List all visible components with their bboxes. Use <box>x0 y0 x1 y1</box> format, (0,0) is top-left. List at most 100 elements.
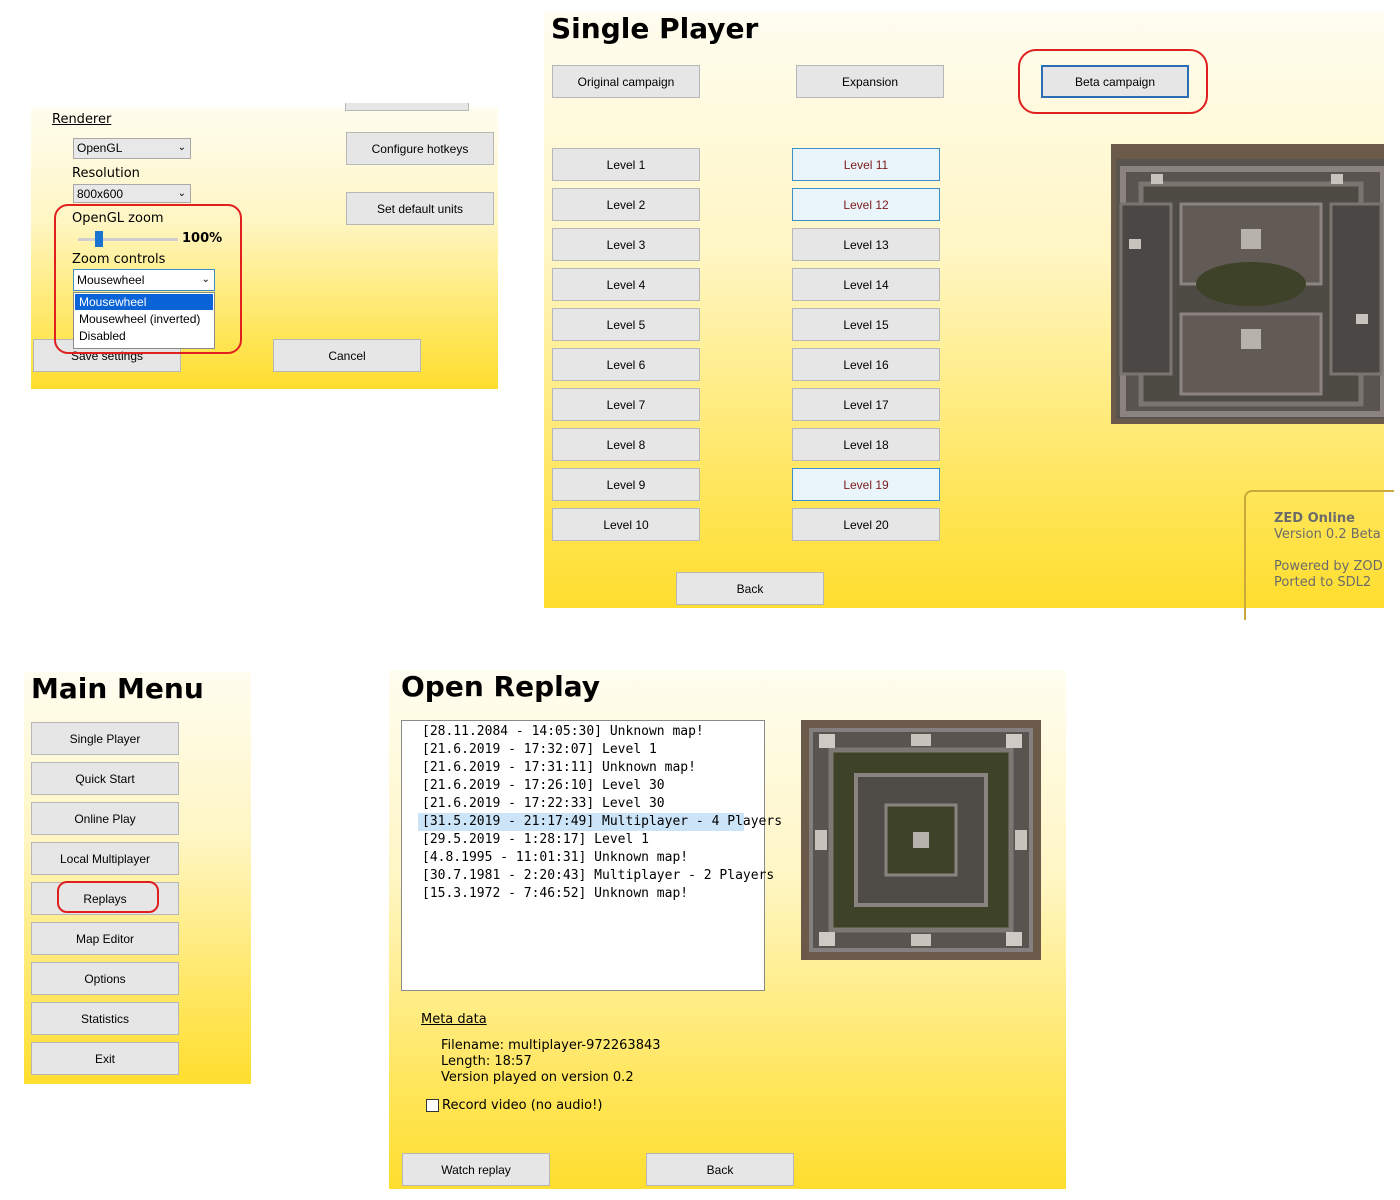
level-button-label: Level 9 <box>606 477 646 492</box>
level-button-label: Level 15 <box>843 317 889 332</box>
main-menu-item[interactable]: Options <box>31 962 179 995</box>
meta-filename: Filename: multiplayer-972263843 <box>441 1038 661 1053</box>
level-button-label: Level 19 <box>843 477 889 492</box>
level-button[interactable]: Level 3 <box>552 228 700 261</box>
level-button[interactable]: Level 9 <box>552 468 700 501</box>
record-video-checkbox[interactable] <box>426 1099 439 1112</box>
level-button-label: Level 16 <box>843 357 889 372</box>
level-button-label: Level 6 <box>606 357 646 372</box>
level-button-label: Level 12 <box>843 197 889 212</box>
level-button-label: Level 3 <box>606 237 646 252</box>
options-panel: Renderer OpenGL ⌄ Resolution 800x600 ⌄ O… <box>31 103 498 389</box>
main-menu-item-label: Statistics <box>80 1011 129 1026</box>
page-title: Main Menu <box>31 672 204 705</box>
level-button[interactable]: Level 7 <box>552 388 700 421</box>
main-menu-item[interactable]: Single Player <box>31 722 179 755</box>
chevron-down-icon: ⌄ <box>177 142 186 153</box>
level-button-label: Level 2 <box>606 197 646 212</box>
single-player-panel: Single Player Original campaign Expansio… <box>544 12 1394 620</box>
level-button[interactable]: Level 14 <box>792 268 940 301</box>
page-title: Open Replay <box>401 670 600 703</box>
main-menu-item[interactable]: Map Editor <box>31 922 179 955</box>
main-menu-item-label: Exit <box>94 1051 115 1066</box>
page-title: Single Player <box>551 12 759 45</box>
replay-list-item[interactable]: [30.7.1981 - 2:20:43] Multiplayer - 2 Pl… <box>402 867 774 885</box>
back-label: Back <box>736 581 764 596</box>
level-button-label: Level 18 <box>843 437 889 452</box>
replay-list-item[interactable]: [21.6.2019 - 17:22:33] Level 30 <box>402 795 764 813</box>
level-button-label: Level 8 <box>606 437 646 452</box>
info-box <box>1244 490 1394 620</box>
level-button[interactable]: Level 10 <box>552 508 700 541</box>
back-button[interactable]: Back <box>676 572 824 605</box>
replay-items: [28.11.2084 - 14:05:30] Unknown map! [21.… <box>402 723 782 903</box>
info-app-name: ZED Online <box>1274 511 1355 526</box>
map-preview-image <box>801 720 1041 960</box>
level-button[interactable]: Level 18 <box>792 428 940 461</box>
main-menu-item[interactable]: Online Play <box>31 802 179 835</box>
resolution-select[interactable]: 800x600 ⌄ <box>73 184 191 203</box>
renderer-select[interactable]: OpenGL ⌄ <box>73 138 191 159</box>
main-menu-item[interactable]: Statistics <box>31 1002 179 1035</box>
replay-list-item[interactable]: [21.6.2019 - 17:32:07] Level 1 <box>402 741 764 759</box>
replay-list-item[interactable]: [4.8.1995 - 11:01:31] Unknown map! <box>402 849 764 867</box>
level-button-label: Level 13 <box>843 237 889 252</box>
replay-list-item[interactable]: [28.11.2084 - 14:05:30] Unknown map! <box>402 723 764 741</box>
level-button[interactable]: Level 20 <box>792 508 940 541</box>
set-default-units-label: Set default units <box>376 201 464 216</box>
meta-version: Version played on version 0.2 <box>441 1070 634 1085</box>
replay-list-item[interactable]: [15.3.1972 - 7:46:52] Unknown map! <box>402 885 764 903</box>
level-button[interactable]: Level 5 <box>552 308 700 341</box>
level-button[interactable]: Level 19 <box>792 468 940 501</box>
watch-replay-button[interactable]: Watch replay <box>402 1153 550 1186</box>
meta-length: Length: 18:57 <box>441 1054 532 1069</box>
replay-list-item[interactable]: [21.6.2019 - 17:31:11] Unknown map! <box>402 759 764 777</box>
level-button[interactable]: Level 13 <box>792 228 940 261</box>
level-button-label: Level 5 <box>606 317 646 332</box>
main-menu-item[interactable]: Exit <box>31 1042 179 1075</box>
replay-list-item[interactable]: [31.5.2019 - 21:17:49] Multiplayer - 4 P… <box>418 813 782 831</box>
tab-label: Original campaign <box>577 74 675 89</box>
main-menu-item-label: Quick Start <box>75 771 135 786</box>
replay-list-item[interactable]: [29.5.2019 - 1:28:17] Level 1 <box>402 831 764 849</box>
map-preview <box>1111 144 1384 424</box>
configure-hotkeys-button[interactable]: Configure hotkeys <box>346 132 494 165</box>
main-menu-item-label: Options <box>84 971 126 986</box>
back-button[interactable]: Back <box>646 1153 794 1186</box>
level-button[interactable]: Level 6 <box>552 348 700 381</box>
level-button-label: Level 4 <box>606 277 646 292</box>
level-button[interactable]: Level 8 <box>552 428 700 461</box>
main-menu-item[interactable]: Local Multiplayer <box>31 842 179 875</box>
tab-original-campaign[interactable]: Original campaign <box>552 65 700 98</box>
level-button[interactable]: Level 15 <box>792 308 940 341</box>
level-button[interactable]: Level 4 <box>552 268 700 301</box>
level-button[interactable]: Level 1 <box>552 148 700 181</box>
info-powered: Powered by ZOD <box>1274 559 1383 574</box>
level-button-label: Level 7 <box>606 397 646 412</box>
replay-list-item[interactable]: [21.6.2019 - 17:26:10] Level 30 <box>402 777 764 795</box>
level-button-label: Level 11 <box>843 157 889 172</box>
level-button[interactable]: Level 2 <box>552 188 700 221</box>
level-button[interactable]: Level 12 <box>792 188 940 221</box>
resolution-label: Resolution <box>72 166 140 181</box>
highlight-ring <box>54 204 242 354</box>
set-default-units-button[interactable]: Set default units <box>346 192 494 225</box>
cancel-label: Cancel <box>328 348 366 363</box>
cancel-button[interactable]: Cancel <box>273 339 421 372</box>
hidden-top-button[interactable] <box>345 103 469 111</box>
renderer-value: OpenGL <box>77 141 123 155</box>
map-preview-image <box>1111 144 1384 424</box>
configure-hotkeys-label: Configure hotkeys <box>371 141 469 156</box>
record-video-label[interactable]: Record video (no audio!) <box>442 1098 602 1113</box>
tab-expansion[interactable]: Expansion <box>796 65 944 98</box>
info-version: Version 0.2 Beta <box>1274 527 1381 542</box>
level-button[interactable]: Level 11 <box>792 148 940 181</box>
open-replay-panel: Open Replay [28.11.2084 - 14:05:30] Unkn… <box>389 670 1066 1189</box>
level-button-label: Level 10 <box>603 517 649 532</box>
level-button[interactable]: Level 17 <box>792 388 940 421</box>
main-menu-item[interactable]: Quick Start <box>31 762 179 795</box>
replay-list[interactable]: [28.11.2084 - 14:05:30] Unknown map! [21.… <box>401 720 782 991</box>
level-button[interactable]: Level 16 <box>792 348 940 381</box>
highlight-ring <box>1018 49 1208 114</box>
chevron-down-icon: ⌄ <box>177 188 186 199</box>
